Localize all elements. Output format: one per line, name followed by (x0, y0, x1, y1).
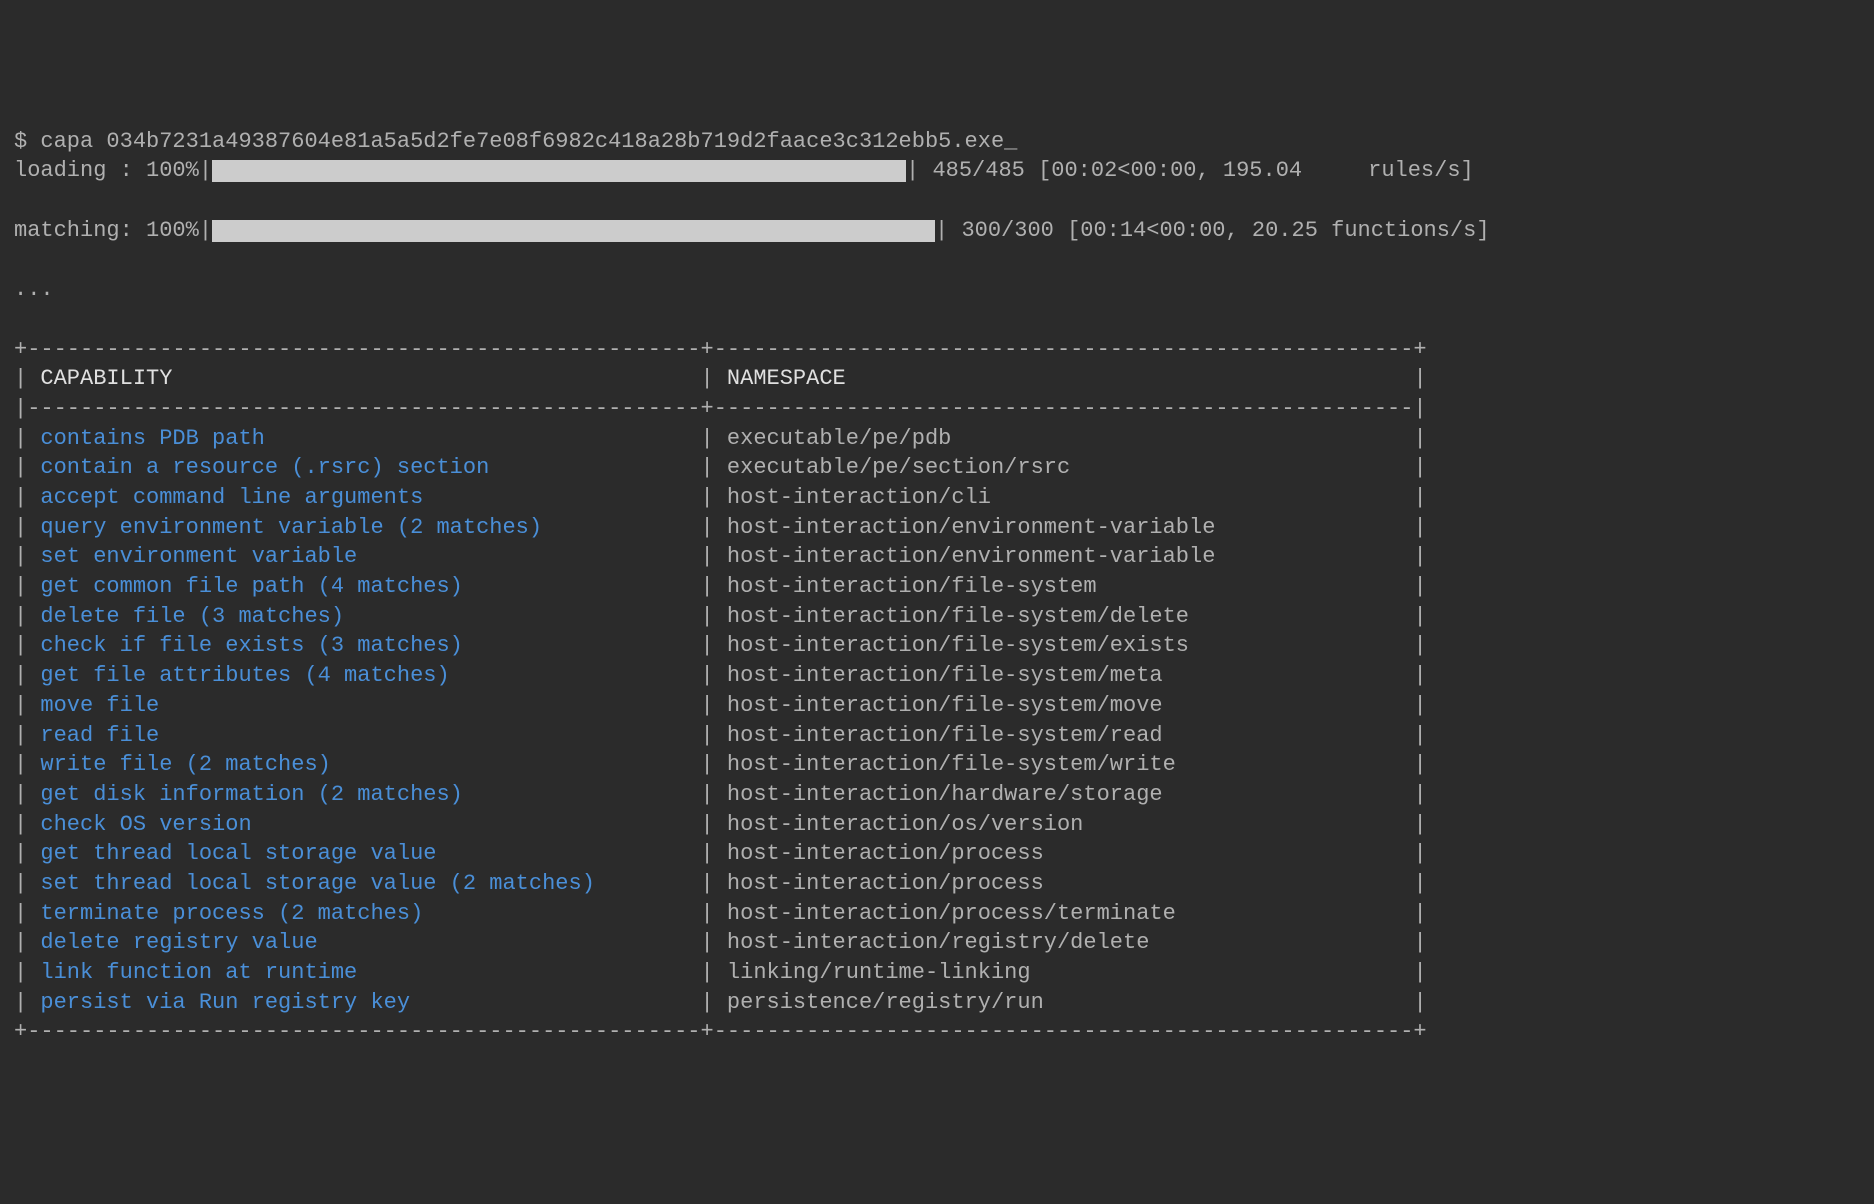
cursor: _ (1004, 129, 1017, 154)
namespace-cell: linking/runtime-linking (727, 960, 1414, 985)
table-row: | get common file path (4 matches) | hos… (14, 574, 1427, 599)
capability-cell: check OS version (40, 812, 700, 837)
table-row: | check OS version | host-interaction/os… (14, 812, 1427, 837)
table-row: | move file | host-interaction/file-syst… (14, 693, 1427, 718)
matching-progress-bar (212, 220, 935, 242)
table-row: | terminate process (2 matches) | host-i… (14, 901, 1427, 926)
table-row: | check if file exists (3 matches) | hos… (14, 633, 1427, 658)
capability-cell: read file (40, 723, 700, 748)
capability-cell: contains PDB path (40, 426, 700, 451)
capability-cell: contain a resource (.rsrc) section (40, 455, 700, 480)
namespace-cell: host-interaction/process (727, 871, 1414, 896)
namespace-cell: host-interaction/file-system/move (727, 693, 1414, 718)
table-row: | delete registry value | host-interacti… (14, 930, 1427, 955)
table-row: | delete file (3 matches) | host-interac… (14, 604, 1427, 629)
namespace-cell: host-interaction/file-system/exists (727, 633, 1414, 658)
ellipsis: ... (14, 277, 54, 302)
capability-cell: move file (40, 693, 700, 718)
capability-cell: get thread local storage value (40, 841, 700, 866)
namespace-cell: executable/pe/section/rsrc (727, 455, 1414, 480)
capability-cell: link function at runtime (40, 960, 700, 985)
table-row: | get disk information (2 matches) | hos… (14, 782, 1427, 807)
command-line: $ capa 034b7231a49387604e81a5a5d2fe7e08f… (14, 129, 1017, 154)
capability-cell: set thread local storage value (2 matche… (40, 871, 700, 896)
table-row: | query environment variable (2 matches)… (14, 515, 1427, 540)
namespace-cell: executable/pe/pdb (727, 426, 1414, 451)
table-row: | accept command line arguments | host-i… (14, 485, 1427, 510)
capability-cell: query environment variable (2 matches) (40, 515, 700, 540)
loading-progress-bar (212, 160, 906, 182)
namespace-cell: host-interaction/file-system/delete (727, 604, 1414, 629)
table-row: | set thread local storage value (2 matc… (14, 871, 1427, 896)
loading-label: loading : 100%| (14, 156, 212, 186)
capability-cell: delete file (3 matches) (40, 604, 700, 629)
matching-stats: | 300/300 [00:14<00:00, 20.25 functions/… (935, 216, 1490, 246)
table-header-row: | CAPABILITY | NAMESPACE | (14, 366, 1427, 391)
namespace-cell: host-interaction/environment-variable (727, 544, 1414, 569)
namespace-cell: host-interaction/registry/delete (727, 930, 1414, 955)
capability-table: +---------------------------------------… (14, 335, 1860, 1048)
command-text: capa 034b7231a49387604e81a5a5d2fe7e08f69… (40, 129, 1004, 154)
matching-label: matching: 100%| (14, 216, 212, 246)
capability-cell: persist via Run registry key (40, 990, 700, 1015)
capability-cell: get disk information (2 matches) (40, 782, 700, 807)
loading-stats: | 485/485 [00:02<00:00, 195.04 rules/s] (906, 156, 1474, 186)
table-row: | get thread local storage value | host-… (14, 841, 1427, 866)
table-border-bottom: +---------------------------------------… (14, 1019, 1427, 1044)
namespace-cell: host-interaction/file-system/write (727, 752, 1414, 777)
table-row: | get file attributes (4 matches) | host… (14, 663, 1427, 688)
table-row: | read file | host-interaction/file-syst… (14, 723, 1427, 748)
capability-cell: set environment variable (40, 544, 700, 569)
namespace-cell: host-interaction/os/version (727, 812, 1414, 837)
capability-cell: accept command line arguments (40, 485, 700, 510)
namespace-cell: host-interaction/process (727, 841, 1414, 866)
capability-cell: delete registry value (40, 930, 700, 955)
header-capability: CAPABILITY (40, 366, 700, 391)
capability-cell: check if file exists (3 matches) (40, 633, 700, 658)
table-row: | set environment variable | host-intera… (14, 544, 1427, 569)
namespace-cell: host-interaction/file-system/meta (727, 663, 1414, 688)
table-border-mid: |---------------------------------------… (14, 396, 1427, 421)
table-row: | link function at runtime | linking/run… (14, 960, 1427, 985)
header-namespace: NAMESPACE (727, 366, 1414, 391)
namespace-cell: host-interaction/environment-variable (727, 515, 1414, 540)
matching-progress-line: matching: 100%| | 300/300 [00:14<00:00, 2… (14, 216, 1860, 246)
namespace-cell: host-interaction/file-system/read (727, 723, 1414, 748)
namespace-cell: host-interaction/hardware/storage (727, 782, 1414, 807)
table-row: | persist via Run registry key | persist… (14, 990, 1427, 1015)
namespace-cell: host-interaction/file-system (727, 574, 1414, 599)
capability-cell: write file (2 matches) (40, 752, 700, 777)
namespace-cell: host-interaction/cli (727, 485, 1414, 510)
capability-cell: get file attributes (4 matches) (40, 663, 700, 688)
loading-progress-line: loading : 100%| | 485/485 [00:02<00:00, 1… (14, 156, 1860, 186)
table-border-top: +---------------------------------------… (14, 337, 1427, 362)
table-row: | write file (2 matches) | host-interact… (14, 752, 1427, 777)
namespace-cell: host-interaction/process/terminate (727, 901, 1414, 926)
capability-cell: get common file path (4 matches) (40, 574, 700, 599)
capability-cell: terminate process (2 matches) (40, 901, 700, 926)
namespace-cell: persistence/registry/run (727, 990, 1414, 1015)
terminal-output: $ capa 034b7231a49387604e81a5a5d2fe7e08f… (14, 127, 1860, 1047)
table-row: | contains PDB path | executable/pe/pdb … (14, 426, 1427, 451)
prompt-symbol: $ (14, 129, 40, 154)
table-row: | contain a resource (.rsrc) section | e… (14, 455, 1427, 480)
